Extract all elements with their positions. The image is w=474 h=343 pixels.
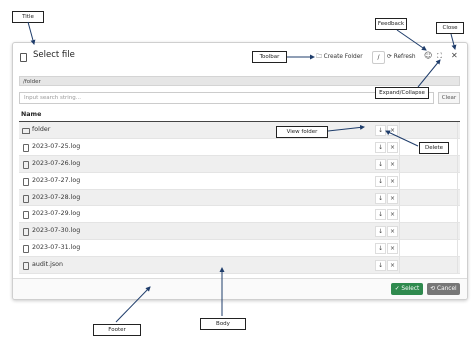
arrow-expand [417,59,441,88]
arrow-delete [385,130,419,147]
arrow-view-folder [327,124,365,132]
arrow-feedback [396,29,427,51]
arrow-title [27,21,36,45]
annotation-arrows [27,21,457,323]
arrow-footer [115,286,151,323]
arrow-close [450,33,457,50]
